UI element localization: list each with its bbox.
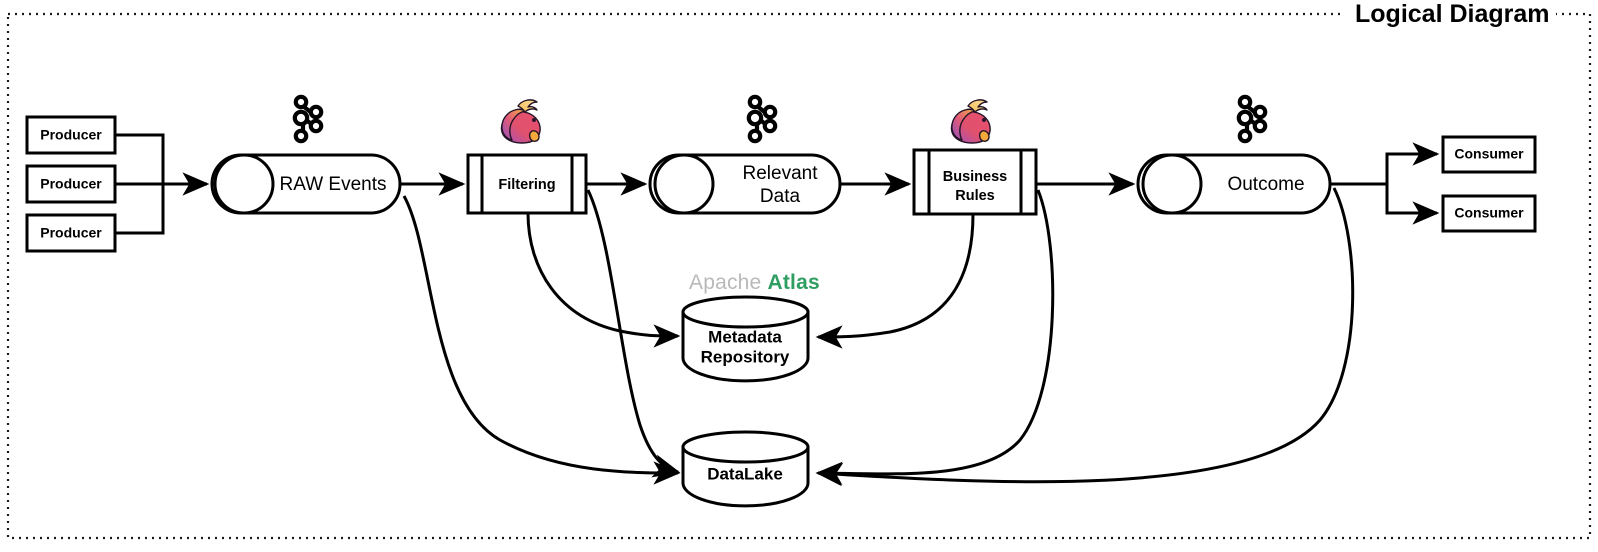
datastore-label-metadata-line2: Repository	[701, 347, 790, 366]
producer-label-1: Producer	[40, 127, 102, 143]
consumer-label-2: Consumer	[1454, 205, 1524, 221]
edge-filtering-to-datalake	[586, 189, 681, 478]
apache-atlas-prefix: Apache	[689, 271, 762, 294]
kafka-icon	[1232, 92, 1270, 144]
topic-label-relevant-data-line1: Relevant	[743, 163, 819, 184]
apache-atlas-brand: Apache Atlas	[689, 271, 820, 295]
consumer-bus	[1330, 142, 1440, 225]
process-label-business-rules-line1: Business	[943, 169, 1007, 185]
flink-icon	[944, 96, 998, 146]
edge-rules-to-datalake	[815, 189, 1055, 486]
datastore-label-metadata-line1: Metadata	[708, 327, 782, 346]
consumer-label-1: Consumer	[1454, 146, 1524, 162]
apache-atlas-name: Atlas	[767, 271, 820, 294]
topic-label-raw-events: RAW Events	[280, 174, 387, 195]
producer-label-3: Producer	[40, 225, 102, 241]
process-label-filtering: Filtering	[498, 177, 555, 193]
topic-label-outcome: Outcome	[1227, 174, 1304, 195]
kafka-icon	[288, 92, 326, 144]
topic-label-relevant-data-line2: Data	[760, 186, 801, 207]
producer-bus	[115, 133, 210, 235]
producer-label-2: Producer	[40, 176, 102, 192]
logical-diagram-canvas: Producer Producer Producer RAW Events Fi…	[0, 0, 1598, 552]
process-label-business-rules-line2: Rules	[955, 188, 995, 204]
flink-icon	[494, 96, 548, 146]
datastore-label-datalake: DataLake	[707, 464, 783, 483]
edge-rules-to-metadata	[815, 213, 975, 349]
page-title: Logical Diagram	[1345, 2, 1556, 27]
kafka-icon	[742, 92, 780, 144]
edge-outcome-to-datalake	[815, 187, 1355, 487]
